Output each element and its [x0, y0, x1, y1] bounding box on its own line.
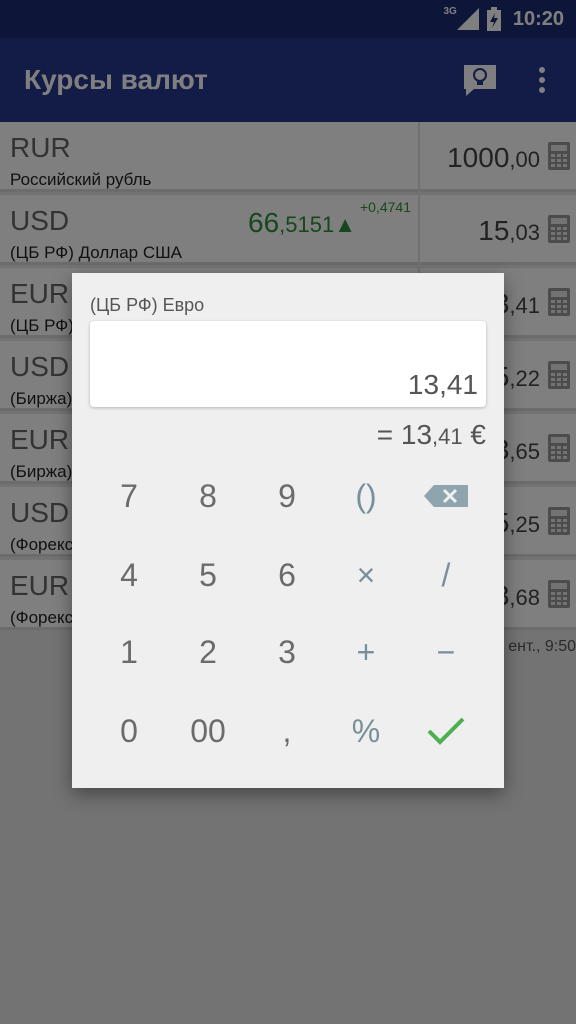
conversion-result: = 13,41 €	[377, 419, 486, 451]
key-9[interactable]: 9	[257, 466, 317, 526]
dialog-title: (ЦБ РФ) Евро	[90, 295, 205, 315]
key-1[interactable]: 1	[99, 622, 159, 682]
key-percent[interactable]: %	[336, 701, 396, 761]
key-plus[interactable]: +	[336, 622, 396, 682]
key-6[interactable]: 6	[257, 545, 317, 605]
backspace-button[interactable]	[416, 466, 476, 526]
key-parentheses[interactable]: ()	[336, 466, 396, 526]
amount-input[interactable]: 13,41	[90, 321, 486, 407]
key-00[interactable]: 00	[178, 701, 238, 761]
key-2[interactable]: 2	[178, 622, 238, 682]
key-comma[interactable]: ,	[257, 701, 317, 761]
key-0[interactable]: 0	[99, 701, 159, 761]
key-3[interactable]: 3	[257, 622, 317, 682]
confirm-button[interactable]	[416, 701, 476, 761]
key-8[interactable]: 8	[178, 466, 238, 526]
key-4[interactable]: 4	[99, 545, 159, 605]
key-minus[interactable]: −	[416, 622, 476, 682]
key-multiply[interactable]: ×	[336, 545, 396, 605]
key-7[interactable]: 7	[99, 466, 159, 526]
amount-input-value: 13,41	[407, 369, 478, 400]
checkmark-icon	[427, 717, 465, 745]
backspace-icon	[424, 485, 468, 507]
key-5[interactable]: 5	[178, 545, 238, 605]
result-int: = 13	[376, 419, 433, 450]
key-divide[interactable]: /	[416, 545, 476, 605]
result-currency: €	[462, 419, 486, 450]
result-dec: ,41	[432, 424, 463, 449]
calculator-dialog: (ЦБ РФ) Евро 13,41 = 13,41 € 7 8 9 () 4 …	[72, 273, 504, 788]
